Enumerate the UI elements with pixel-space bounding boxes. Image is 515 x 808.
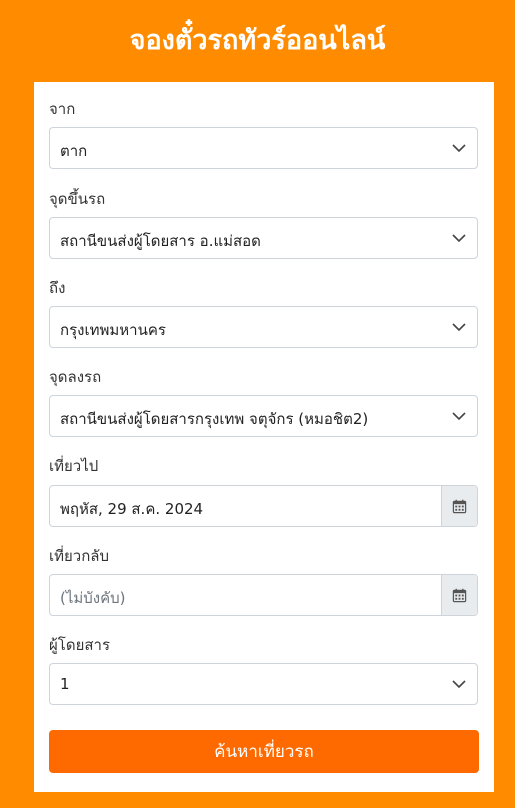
return-date-placeholder: (ไม่บังคับ) xyxy=(60,589,126,607)
page-title: จองตั๋วรถทัวร์ออนไลน์ xyxy=(129,25,386,56)
search-trips-button[interactable]: ค้นหาเที่ยวรถ xyxy=(49,730,479,773)
dropoff-label: จุดลงรถ xyxy=(49,368,102,386)
chevron-down-icon xyxy=(452,144,466,153)
chevron-down-icon xyxy=(452,234,466,243)
depart-label: เที่ยวไป xyxy=(49,457,99,475)
pickup-select[interactable]: สถานีขนส่งผู้โดยสาร อ.แม่สอด xyxy=(49,217,478,259)
to-value: กรุงเทพมหานคร xyxy=(60,321,166,339)
dropoff-value: สถานีขนส่งผู้โดยสารกรุงเทพ จตุจักร (หมอช… xyxy=(60,410,369,428)
chevron-down-icon xyxy=(452,412,466,421)
booking-form: จาก ตาก จุดขึ้นรถ สถานีขนส่งผู้โดยสาร อ.… xyxy=(34,82,494,792)
depart-date-input[interactable]: พฤหัส, 29 ส.ค. 2024 xyxy=(49,485,478,527)
passengers-value: 1 xyxy=(60,675,70,693)
chevron-down-icon xyxy=(452,680,466,689)
chevron-down-icon xyxy=(452,323,466,332)
passengers-label: ผู้โดยสาร xyxy=(49,636,111,654)
calendar-icon xyxy=(452,588,467,602)
depart-calendar-button[interactable] xyxy=(441,486,477,526)
return-label: เที่ยวกลับ xyxy=(49,547,110,565)
from-select[interactable]: ตาก xyxy=(49,127,478,169)
dropoff-select[interactable]: สถานีขนส่งผู้โดยสารกรุงเทพ จตุจักร (หมอช… xyxy=(49,395,478,437)
calendar-icon xyxy=(452,499,467,513)
to-label: ถึง xyxy=(49,279,66,297)
from-label: จาก xyxy=(49,100,76,118)
pickup-label: จุดขึ้นรถ xyxy=(49,190,106,208)
from-value: ตาก xyxy=(60,142,88,160)
pickup-value: สถานีขนส่งผู้โดยสาร อ.แม่สอด xyxy=(60,232,261,250)
return-date-input[interactable]: (ไม่บังคับ) xyxy=(49,574,478,616)
depart-date-value: พฤหัส, 29 ส.ค. 2024 xyxy=(60,500,204,518)
return-calendar-button[interactable] xyxy=(441,575,477,615)
passengers-select[interactable]: 1 xyxy=(49,663,478,705)
to-select[interactable]: กรุงเทพมหานคร xyxy=(49,306,478,348)
